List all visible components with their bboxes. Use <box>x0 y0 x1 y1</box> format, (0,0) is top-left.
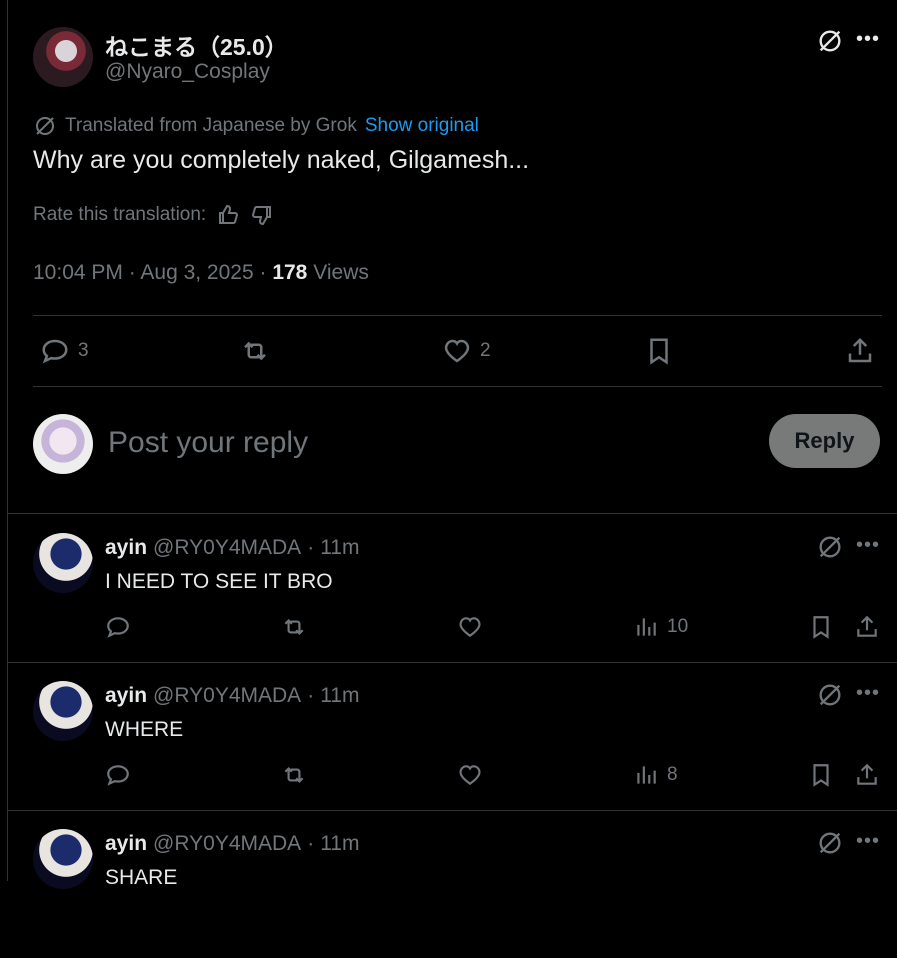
comment-share-button[interactable] <box>854 614 880 640</box>
comment-time[interactable]: 11m <box>320 684 359 708</box>
separator: · <box>307 684 315 707</box>
heart-icon <box>459 617 481 637</box>
comment-text: SHARE <box>105 866 178 889</box>
separator: · <box>307 832 315 855</box>
more-icon[interactable]: ••• <box>856 682 880 705</box>
share-button[interactable] <box>845 336 875 366</box>
divider <box>33 386 882 387</box>
divider <box>33 315 882 316</box>
user-avatar[interactable] <box>33 414 93 474</box>
repost-icon <box>284 618 304 636</box>
repost-button[interactable] <box>240 336 270 366</box>
grok-icon[interactable] <box>816 681 844 709</box>
like-button[interactable]: 2 <box>442 336 491 366</box>
grok-icon[interactable] <box>816 533 844 561</box>
commenter-avatar[interactable] <box>33 681 93 741</box>
comment-bookmark-button[interactable] <box>808 614 834 640</box>
reply-count: 3 <box>78 340 89 361</box>
author-name[interactable]: ねこまる（25.0） <box>105 28 288 62</box>
repost-icon <box>244 341 266 361</box>
comment-text: WHERE <box>105 718 184 741</box>
views-icon <box>637 618 656 636</box>
grok-icon[interactable] <box>816 829 844 857</box>
reply-button[interactable]: 3 <box>40 336 89 366</box>
comment-views[interactable]: 10 <box>633 614 688 640</box>
rate-label: Rate this translation: <box>33 204 207 225</box>
comment-header: ayin @RY0Y4MADA · 11m <box>105 536 359 560</box>
show-original-link[interactable]: Show original <box>365 115 479 137</box>
bookmark-button[interactable] <box>644 336 674 366</box>
comment-like-button[interactable] <box>457 614 483 640</box>
grok-icon[interactable] <box>816 27 844 55</box>
views-icon <box>637 766 656 784</box>
comment-views[interactable]: 8 <box>633 762 678 788</box>
thumbs-up-icon[interactable] <box>216 203 240 227</box>
comment-reply-button[interactable] <box>105 762 131 788</box>
comment-time[interactable]: 11m <box>320 536 359 560</box>
translated-label: Translated from Japanese by Grok <box>65 115 357 136</box>
heart-icon <box>459 765 481 785</box>
comment-reply-button[interactable] <box>105 614 131 640</box>
comment-bookmark-button[interactable] <box>808 762 834 788</box>
repost-icon <box>284 766 304 784</box>
views-count: 8 <box>667 764 678 785</box>
share-icon <box>857 763 877 785</box>
commenter-name[interactable]: ayin <box>105 536 147 560</box>
comment-share-button[interactable] <box>854 762 880 788</box>
views-count: 178 <box>272 261 308 284</box>
comment-item[interactable]: ayin @RY0Y4MADA · 11m ••• SHARE <box>8 810 897 958</box>
translation-notice: Translated from Japanese by Grok Show or… <box>33 114 479 138</box>
reply-submit-button[interactable]: Reply <box>769 414 880 468</box>
comment-text: I NEED TO SEE IT BRO <box>105 570 333 593</box>
author-avatar[interactable] <box>33 27 93 87</box>
comment-item[interactable]: ayin @RY0Y4MADA · 11m ••• WHERE 8 <box>8 662 897 811</box>
comment-header: ayin @RY0Y4MADA · 11m <box>105 684 359 708</box>
comment-header: ayin @RY0Y4MADA · 11m <box>105 832 359 856</box>
commenter-name[interactable]: ayin <box>105 684 147 708</box>
rate-translation: Rate this translation: <box>33 203 274 227</box>
bookmark-icon <box>813 764 829 787</box>
timestamp[interactable]: 10:04 PM · Aug 3, 2025 · <box>33 261 272 284</box>
comment-like-button[interactable] <box>457 762 483 788</box>
like-count: 2 <box>480 340 491 361</box>
commenter-handle[interactable]: @RY0Y4MADA <box>153 684 301 708</box>
commenter-name[interactable]: ayin <box>105 832 147 856</box>
reply-icon <box>107 617 129 638</box>
more-icon[interactable]: ••• <box>856 28 880 51</box>
comment-time[interactable]: 11m <box>320 832 359 856</box>
timeline-frame: ねこまる（25.0） @Nyaro_Cosplay ••• Translated… <box>7 0 897 889</box>
bookmark-icon <box>813 616 829 639</box>
post-meta: 10:04 PM · Aug 3, 2025 · 178 Views <box>33 261 369 285</box>
reply-icon <box>42 339 68 364</box>
commenter-avatar[interactable] <box>33 829 93 889</box>
views-count: 10 <box>667 616 689 637</box>
reply-input[interactable]: Post your reply <box>108 426 308 460</box>
more-icon[interactable]: ••• <box>856 534 880 557</box>
bookmark-icon <box>650 338 668 365</box>
comment-repost-button[interactable] <box>281 762 307 788</box>
more-icon[interactable]: ••• <box>856 830 880 853</box>
comment-repost-button[interactable] <box>281 614 307 640</box>
commenter-handle[interactable]: @RY0Y4MADA <box>153 832 301 856</box>
author-handle[interactable]: @Nyaro_Cosplay <box>105 60 270 84</box>
grok-icon <box>36 117 54 135</box>
thumbs-down-icon[interactable] <box>250 203 274 227</box>
views-label: Views <box>313 261 369 284</box>
separator: · <box>307 536 315 559</box>
heart-icon <box>444 339 470 363</box>
share-icon <box>848 337 872 363</box>
reply-composer: Post your reply Reply <box>8 388 897 514</box>
share-icon <box>857 615 877 637</box>
comment-item[interactable]: ayin @RY0Y4MADA · 11m ••• I NEED TO SEE … <box>8 514 897 663</box>
post-text: Why are you completely naked, Gilgamesh.… <box>33 146 530 174</box>
commenter-handle[interactable]: @RY0Y4MADA <box>153 536 301 560</box>
commenter-avatar[interactable] <box>33 533 93 593</box>
reply-icon <box>107 765 129 786</box>
